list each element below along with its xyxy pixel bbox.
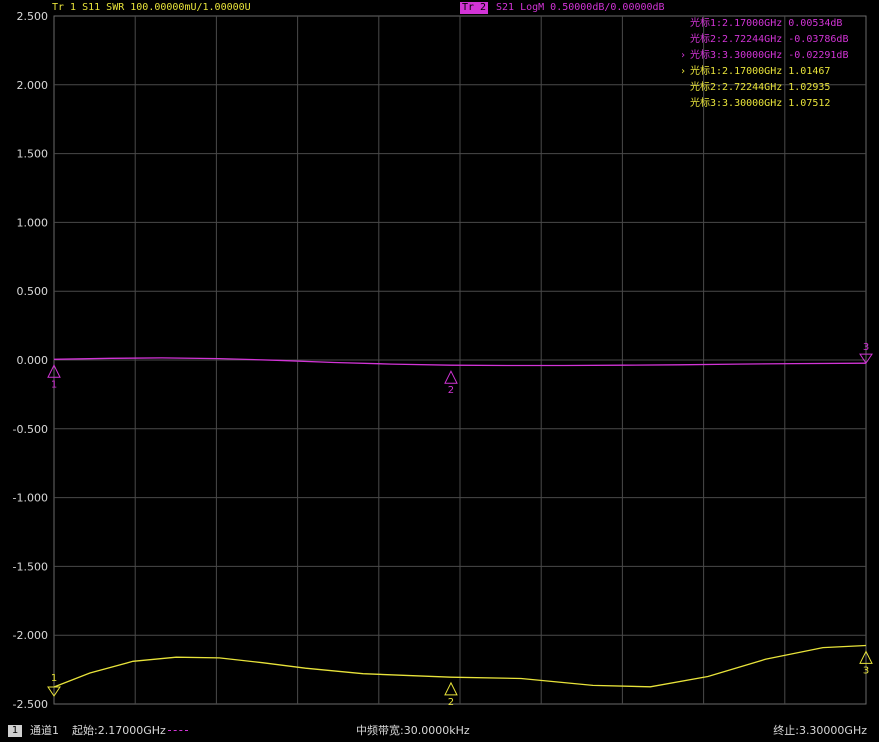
- s11-marker-label: 3: [863, 665, 869, 676]
- s21-marker-label: 1: [51, 379, 57, 390]
- trace2-tag[interactable]: Tr 2: [460, 2, 489, 14]
- s11-marker-row: › 光标1:2.17000GHz 1.01467: [680, 64, 870, 80]
- active-marker-arrow: ›: [680, 66, 687, 77]
- s21-marker-label: 3: [863, 342, 869, 353]
- s21-marker-label: 2: [448, 385, 454, 396]
- s11-marker-label: 1: [51, 673, 57, 684]
- s21-marker-2: [444, 370, 458, 384]
- s21-marker-row: 光标1:2.17000GHz 0.00534dB: [680, 16, 870, 32]
- s11-marker-row: 光标3:3.30000GHz 1.07512: [680, 96, 870, 112]
- y-tick-label: -2.500: [13, 698, 48, 711]
- s21-marker2-readout: 光标2:2.72244GHz -0.03786dB: [690, 34, 849, 45]
- s21-marker3-readout: 光标3:3.30000GHz -0.02291dB: [690, 50, 849, 61]
- s11-marker3-readout: 光标3:3.30000GHz 1.07512: [690, 98, 831, 109]
- y-tick-label: 0.500: [17, 285, 49, 298]
- y-tick-label: 0.000: [17, 354, 49, 367]
- y-tick-label: -2.000: [13, 629, 48, 642]
- marker-readout: 光标1:2.17000GHz 0.00534dB 光标2:2.72244GHz …: [680, 16, 870, 112]
- channel-number-badge[interactable]: 1: [8, 725, 22, 737]
- y-tick-label: 1.500: [17, 148, 49, 161]
- y-tick-label: 1.000: [17, 216, 49, 229]
- vna-screen: 2.500 2.000 1.500 1.000 0.500 0.000 -0.500 -1.0…: [0, 0, 879, 742]
- y-tick-label: 2.000: [17, 79, 49, 92]
- status-bar: 1 通道1 起始:2.17000GHz 中频带宽:30.0000kHz 终止:3…: [0, 720, 879, 742]
- s21-marker1-readout: 光标1:2.17000GHz 0.00534dB: [690, 18, 843, 29]
- s11-marker1-readout: 光标1:2.17000GHz 1.01467: [690, 66, 831, 77]
- trace2-header[interactable]: S21 LogM 0.50000dB/0.00000dB: [496, 0, 665, 16]
- trace-color-swatch: [168, 730, 188, 731]
- s21-marker-row: › 光标3:3.30000GHz -0.02291dB: [680, 48, 870, 64]
- y-tick-label: -1.500: [13, 560, 48, 573]
- trace-header: Tr 1 S11 SWR 100.00000mU/1.00000U Tr 2 S…: [0, 0, 879, 16]
- active-marker-arrow: ›: [680, 50, 687, 61]
- s11-marker-2: [444, 681, 458, 696]
- s11-marker-label: 2: [448, 697, 454, 708]
- y-tick-label: -1.000: [13, 492, 48, 505]
- stop-frequency[interactable]: 终止:3.30000GHz: [773, 720, 867, 742]
- if-bandwidth[interactable]: 中频带宽:30.0000kHz: [356, 720, 470, 742]
- s11-marker2-readout: 光标2:2.72244GHz 1.02935: [690, 82, 831, 93]
- trace1-header[interactable]: Tr 1 S11 SWR 100.00000mU/1.00000U: [52, 0, 251, 16]
- y-tick-label: -0.500: [13, 423, 48, 436]
- channel-label[interactable]: 通道1: [30, 720, 59, 742]
- start-frequency[interactable]: 起始:2.17000GHz: [72, 720, 166, 742]
- s11-marker-row: 光标2:2.72244GHz 1.02935: [680, 80, 870, 96]
- s21-marker-row: 光标2:2.72244GHz -0.03786dB: [680, 32, 870, 48]
